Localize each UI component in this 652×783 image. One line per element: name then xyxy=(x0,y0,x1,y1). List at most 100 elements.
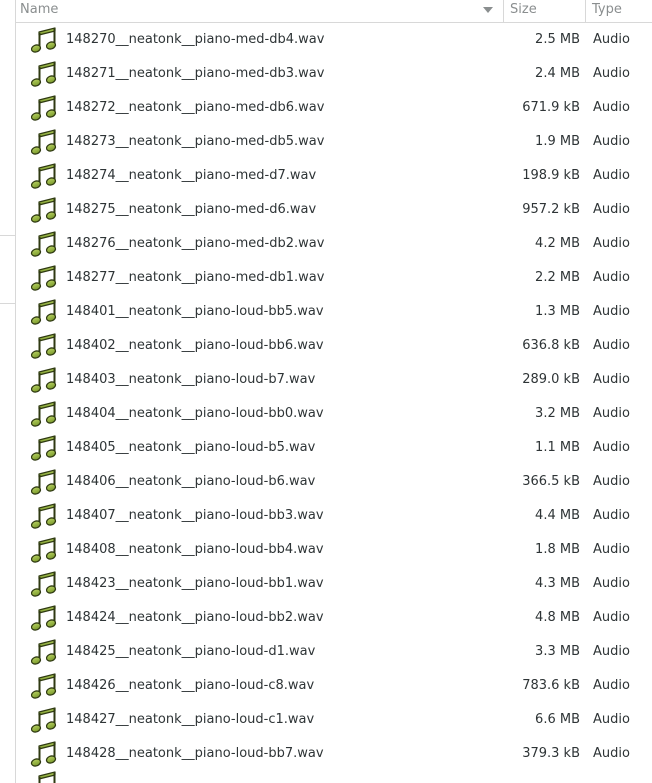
file-row[interactable]: 148424__neatonk__piano-loud-bb2.wav 4.8 … xyxy=(16,601,652,635)
file-size: 2.4 MB xyxy=(535,66,580,81)
file-row[interactable]: 148428__neatonk__piano-loud-bb7.wav 379.… xyxy=(16,737,652,771)
audio-file-icon xyxy=(30,163,60,190)
file-size: 4.4 MB xyxy=(535,508,580,523)
audio-file-icon xyxy=(30,673,60,700)
file-size: 3.2 MB xyxy=(535,406,580,421)
file-name: 148274__neatonk__piano-med-d7.wav xyxy=(66,168,317,183)
file-name: 148407__neatonk__piano-loud-bb3.wav xyxy=(66,508,324,523)
file-type: Audio xyxy=(593,32,630,47)
file-type: Audio xyxy=(593,270,630,285)
audio-file-icon xyxy=(30,231,60,258)
column-header-name-label: Name xyxy=(20,2,59,17)
file-row[interactable]: 148402__neatonk__piano-loud-bb6.wav 636.… xyxy=(16,329,652,363)
file-size: 783.6 kB xyxy=(522,678,580,693)
file-row[interactable]: 148405__neatonk__piano-loud-b5.wav 1.1 M… xyxy=(16,431,652,465)
file-type: Audio xyxy=(593,542,630,557)
audio-file-icon xyxy=(30,469,60,496)
file-type: Audio xyxy=(593,508,630,523)
file-list-view[interactable]: Name Size Type 148270__neatonk__piano-me… xyxy=(16,0,652,783)
file-row[interactable]: 148426__neatonk__piano-loud-c8.wav 783.6… xyxy=(16,669,652,703)
sort-descending-icon xyxy=(483,7,493,13)
file-row[interactable]: 148408__neatonk__piano-loud-bb4.wav 1.8 … xyxy=(16,533,652,567)
file-size: 6.6 MB xyxy=(535,712,580,727)
file-row[interactable]: 148407__neatonk__piano-loud-bb3.wav 4.4 … xyxy=(16,499,652,533)
file-name: 148406__neatonk__piano-loud-b6.wav xyxy=(66,474,316,489)
file-type: Audio xyxy=(593,134,630,149)
file-size: 1.8 MB xyxy=(535,542,580,557)
audio-file-icon xyxy=(30,771,60,783)
audio-file-icon xyxy=(30,129,60,156)
audio-file-icon xyxy=(30,367,60,394)
audio-file-icon xyxy=(30,401,60,428)
file-name: 148425__neatonk__piano-loud-d1.wav xyxy=(66,644,316,659)
column-header-bar: Name Size Type xyxy=(16,0,652,23)
file-size: 4.2 MB xyxy=(535,236,580,251)
file-row[interactable]: 148276__neatonk__piano-med-db2.wav 4.2 M… xyxy=(16,227,652,261)
file-size: 636.8 kB xyxy=(522,338,580,353)
file-type: Audio xyxy=(593,406,630,421)
sidebar-divider xyxy=(0,303,15,304)
file-row[interactable]: 148270__neatonk__piano-med-db4.wav 2.5 M… xyxy=(16,23,652,57)
file-name: 148423__neatonk__piano-loud-bb1.wav xyxy=(66,576,324,591)
audio-file-icon xyxy=(30,197,60,224)
file-size: 671.9 kB xyxy=(522,100,580,115)
file-size: 366.5 kB xyxy=(522,474,580,489)
file-type: Audio xyxy=(593,338,630,353)
file-name: 148273__neatonk__piano-med-db5.wav xyxy=(66,134,325,149)
audio-file-icon xyxy=(30,537,60,564)
audio-file-icon xyxy=(30,61,60,88)
file-row[interactable]: 148406__neatonk__piano-loud-b6.wav 366.5… xyxy=(16,465,652,499)
file-name: 148277__neatonk__piano-med-db1.wav xyxy=(66,270,325,285)
file-size: 3.3 MB xyxy=(535,644,580,659)
file-row[interactable]: 148425__neatonk__piano-loud-d1.wav 3.3 M… xyxy=(16,635,652,669)
file-size: 4.8 MB xyxy=(535,610,580,625)
file-type: Audio xyxy=(593,304,630,319)
audio-file-icon xyxy=(30,265,60,292)
file-row[interactable]: 148274__neatonk__piano-med-d7.wav 198.9 … xyxy=(16,159,652,193)
file-type: Audio xyxy=(593,168,630,183)
file-name: 148405__neatonk__piano-loud-b5.wav xyxy=(66,440,316,455)
file-name: 148402__neatonk__piano-loud-bb6.wav xyxy=(66,338,324,353)
file-name: 148270__neatonk__piano-med-db4.wav xyxy=(66,32,325,47)
file-row[interactable]: 148272__neatonk__piano-med-db6.wav 671.9… xyxy=(16,91,652,125)
file-type: Audio xyxy=(593,746,630,761)
file-name: 148404__neatonk__piano-loud-bb0.wav xyxy=(66,406,324,421)
sidebar-divider xyxy=(0,235,15,236)
column-header-name[interactable]: Name xyxy=(16,0,504,22)
file-row[interactable]: 148273__neatonk__piano-med-db5.wav 1.9 M… xyxy=(16,125,652,159)
file-name: 148401__neatonk__piano-loud-bb5.wav xyxy=(66,304,324,319)
audio-file-icon xyxy=(30,27,60,54)
file-row[interactable]: 148401__neatonk__piano-loud-bb5.wav 1.3 … xyxy=(16,295,652,329)
file-size: 2.2 MB xyxy=(535,270,580,285)
file-row[interactable]: 148277__neatonk__piano-med-db1.wav 2.2 M… xyxy=(16,261,652,295)
file-row[interactable]: 148275__neatonk__piano-med-d6.wav 957.2 … xyxy=(16,193,652,227)
audio-file-icon xyxy=(30,707,60,734)
file-type: Audio xyxy=(593,576,630,591)
file-type: Audio xyxy=(593,236,630,251)
file-type: Audio xyxy=(593,440,630,455)
file-name: 148403__neatonk__piano-loud-b7.wav xyxy=(66,372,316,387)
file-type: Audio xyxy=(593,372,630,387)
audio-file-icon xyxy=(30,333,60,360)
file-name: 148272__neatonk__piano-med-db6.wav xyxy=(66,100,325,115)
file-row[interactable]: 148423__neatonk__piano-loud-bb1.wav 4.3 … xyxy=(16,567,652,601)
file-row[interactable]: 148427__neatonk__piano-loud-c1.wav 6.6 M… xyxy=(16,703,652,737)
file-name: 148426__neatonk__piano-loud-c8.wav xyxy=(66,678,315,693)
file-size: 4.3 MB xyxy=(535,576,580,591)
audio-file-icon xyxy=(30,605,60,632)
file-size: 289.0 kB xyxy=(522,372,580,387)
file-row[interactable]: 148404__neatonk__piano-loud-bb0.wav 3.2 … xyxy=(16,397,652,431)
file-name: 148428__neatonk__piano-loud-bb7.wav xyxy=(66,746,324,761)
audio-file-icon xyxy=(30,435,60,462)
file-row[interactable]: 148403__neatonk__piano-loud-b7.wav 289.0… xyxy=(16,363,652,397)
file-type: Audio xyxy=(593,66,630,81)
file-name: 148276__neatonk__piano-med-db2.wav xyxy=(66,236,325,251)
column-header-size-label: Size xyxy=(510,2,537,17)
file-row[interactable]: 148271__neatonk__piano-med-db3.wav 2.4 M… xyxy=(16,57,652,91)
file-size: 1.9 MB xyxy=(535,134,580,149)
file-rows: 148270__neatonk__piano-med-db4.wav 2.5 M… xyxy=(16,23,652,771)
column-header-size[interactable]: Size xyxy=(504,0,586,22)
file-row-partial[interactable] xyxy=(16,771,652,783)
column-header-type[interactable]: Type xyxy=(586,0,652,22)
column-header-type-label: Type xyxy=(592,2,622,17)
